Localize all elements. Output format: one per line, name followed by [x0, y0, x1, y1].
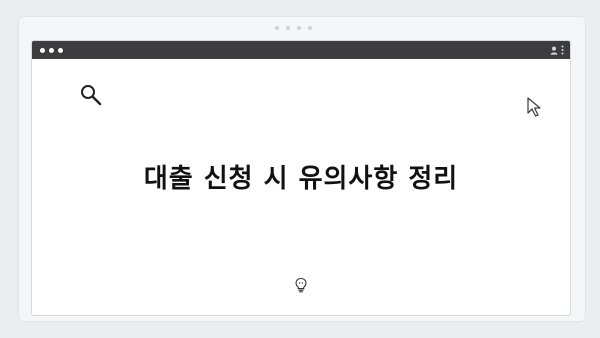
cursor-icon — [527, 97, 541, 117]
search-icon — [81, 85, 102, 106]
titlebar-actions — [550, 45, 564, 55]
page-title: 대출 신청 시 유의사항 정리 — [143, 164, 459, 194]
more-vert-icon[interactable] — [561, 45, 564, 55]
dot-icon — [297, 26, 301, 30]
window-titlebar — [32, 41, 570, 59]
lightbulb-icon — [295, 277, 307, 293]
frame-dots — [275, 26, 312, 30]
browser-window: 대출 신청 시 유의사항 정리 — [31, 40, 571, 316]
dot-icon — [308, 26, 312, 30]
close-dot-icon[interactable] — [40, 47, 45, 53]
user-icon[interactable] — [550, 46, 558, 55]
dot-icon — [275, 26, 279, 30]
window-controls — [40, 47, 63, 53]
dot-icon — [286, 26, 290, 30]
maximize-dot-icon[interactable] — [58, 47, 63, 53]
page-content: 대출 신청 시 유의사항 정리 — [32, 59, 570, 315]
minimize-dot-icon[interactable] — [49, 47, 54, 53]
